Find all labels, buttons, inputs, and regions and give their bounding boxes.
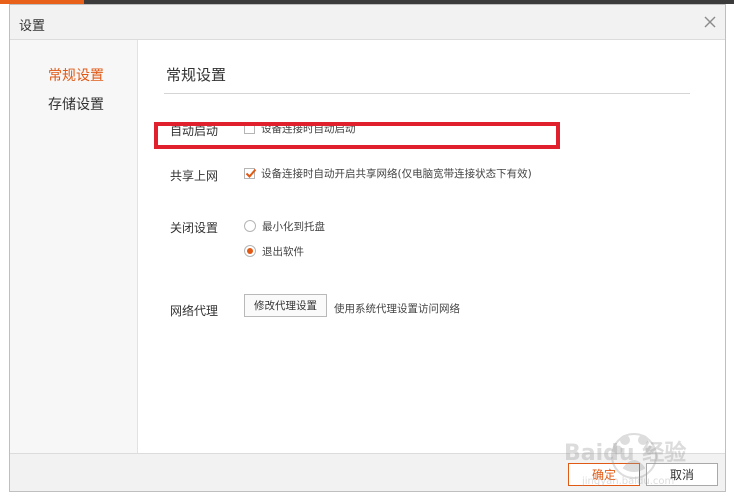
sidebar-item-storage[interactable]: 存储设置 bbox=[48, 94, 104, 114]
cancel-button[interactable]: 取消 bbox=[646, 463, 718, 486]
proxy-label: 网络代理 bbox=[170, 304, 219, 318]
share-network-checkbox[interactable] bbox=[244, 167, 257, 179]
sidebar-item-general[interactable]: 常规设置 bbox=[48, 65, 104, 85]
close-settings-label: 关闭设置 bbox=[170, 221, 219, 235]
proxy-note: 使用系统代理设置访问网络 bbox=[334, 303, 460, 315]
settings-dialog: 设置 常规设置 存储设置 常规设置 自动启动 设备连接时自动启动 共享上网 设备… bbox=[9, 4, 726, 492]
settings-content: 常规设置 自动启动 设备连接时自动启动 共享上网 设备连接时自动开启共享网络(仅… bbox=[138, 40, 725, 453]
dialog-footer: 确定 取消 bbox=[10, 453, 725, 491]
radio-minimize-to-tray[interactable]: 最小化到托盘 bbox=[244, 218, 325, 234]
section-title: 常规设置 bbox=[166, 66, 227, 84]
modify-proxy-button[interactable]: 修改代理设置 bbox=[244, 294, 327, 317]
section-divider bbox=[164, 93, 690, 94]
share-network-option-label: 设备连接时自动开启共享网络(仅电脑宽带连接状态下有效) bbox=[261, 167, 532, 180]
annotation-highlight-box bbox=[154, 122, 560, 149]
radio-exit-app[interactable]: 退出软件 bbox=[244, 243, 304, 259]
radio-selected-dot bbox=[247, 248, 253, 254]
radio-minimize-label: 最小化到托盘 bbox=[262, 220, 325, 233]
settings-sidebar: 常规设置 存储设置 bbox=[10, 40, 138, 453]
radio-exit-circle[interactable] bbox=[244, 245, 256, 257]
share-network-label: 共享上网 bbox=[170, 169, 219, 183]
dialog-titlebar: 设置 bbox=[10, 5, 725, 40]
dialog-title: 设置 bbox=[19, 19, 46, 34]
close-icon[interactable] bbox=[701, 13, 719, 31]
radio-minimize-circle[interactable] bbox=[244, 220, 256, 232]
screen: 设置 常规设置 存储设置 常规设置 自动启动 设备连接时自动启动 共享上网 设备… bbox=[0, 0, 734, 500]
check-icon bbox=[245, 168, 257, 178]
share-network-option[interactable]: 设备连接时自动开启共享网络(仅电脑宽带连接状态下有效) bbox=[244, 165, 532, 181]
radio-exit-label: 退出软件 bbox=[262, 245, 304, 258]
ok-button[interactable]: 确定 bbox=[568, 463, 640, 486]
